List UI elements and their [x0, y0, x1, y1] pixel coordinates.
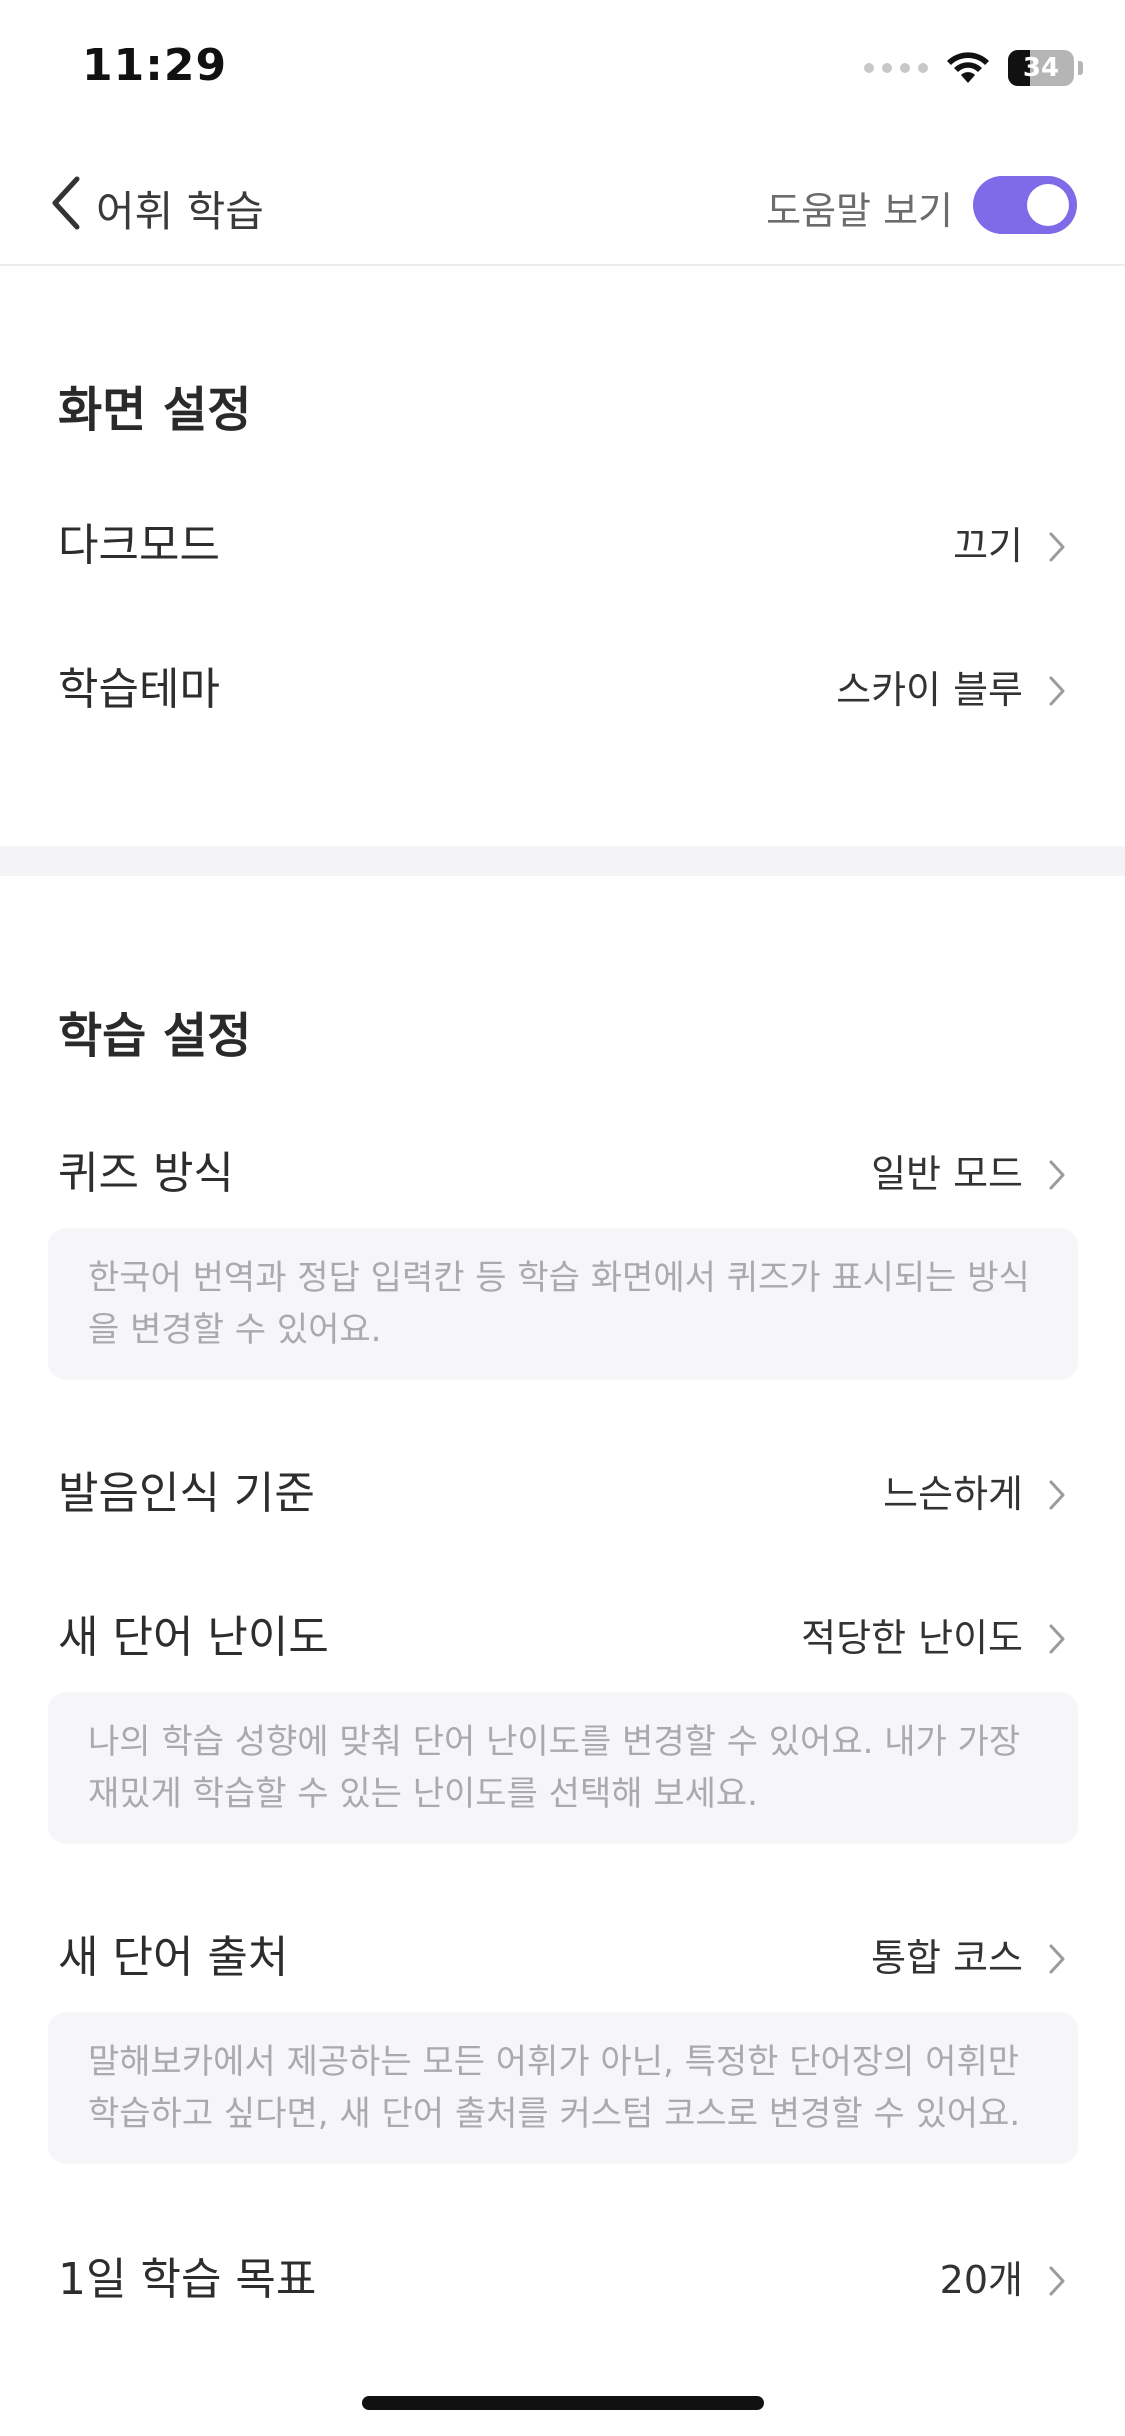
row-value: 느슨하게 — [883, 1472, 1023, 1516]
row-value: 20개 — [939, 2258, 1023, 2302]
chevron-right-icon — [1049, 532, 1065, 562]
chevron-right-icon — [1049, 2266, 1065, 2296]
difficulty-description: 나의 학습 성향에 맞춰 단어 난이도를 변경할 수 있어요. 내가 가장 재밌… — [48, 1692, 1078, 1844]
difficulty-row[interactable]: 새 단어 난이도 적당한 난이도 — [0, 1588, 1125, 1688]
source-row[interactable]: 새 단어 출처 통합 코스 — [0, 1908, 1125, 2008]
page-title: 어휘 학습 — [96, 187, 264, 236]
section-divider — [0, 846, 1125, 876]
row-label: 새 단어 출처 — [58, 1932, 289, 1983]
study-settings-title: 학습 설정 — [58, 1008, 252, 1064]
status-indicators: 34 — [864, 48, 1083, 88]
battery-tip — [1078, 61, 1083, 75]
quiz-mode-row[interactable]: 퀴즈 방식 일반 모드 — [0, 1124, 1125, 1224]
status-bar: 11:29 34 — [0, 0, 1125, 140]
wifi-icon — [947, 52, 989, 83]
row-label: 발음인식 기준 — [58, 1468, 315, 1519]
cellular-signal-icon — [864, 63, 928, 73]
chevron-right-icon — [1049, 1624, 1065, 1654]
row-label: 새 단어 난이도 — [58, 1612, 329, 1663]
quiz-mode-description: 한국어 번역과 정답 입력칸 등 학습 화면에서 퀴즈가 표시되는 방식을 변경… — [48, 1228, 1078, 1380]
row-value: 통합 코스 — [871, 1936, 1023, 1980]
chevron-right-icon — [1049, 676, 1065, 706]
row-label: 학습테마 — [58, 664, 220, 715]
dark-mode-row[interactable]: 다크모드 끄기 — [0, 496, 1125, 596]
status-time: 11:29 — [82, 40, 228, 91]
chevron-right-icon — [1049, 1944, 1065, 1974]
chevron-right-icon — [1049, 1160, 1065, 1190]
row-value: 끄기 — [953, 524, 1023, 568]
home-indicator — [362, 2396, 764, 2410]
display-settings-title: 화면 설정 — [58, 382, 252, 438]
theme-row[interactable]: 학습테마 스카이 블루 — [0, 640, 1125, 740]
navigation-bar: 어휘 학습 도움말 보기 — [0, 140, 1125, 266]
row-label: 퀴즈 방식 — [58, 1148, 234, 1199]
back-button[interactable] — [36, 170, 96, 236]
row-value: 적당한 난이도 — [801, 1616, 1023, 1660]
daily-goal-row[interactable]: 1일 학습 목표 20개 — [0, 2230, 1125, 2330]
chevron-left-icon — [52, 176, 80, 230]
battery-level: 34 — [1022, 53, 1060, 83]
row-label: 다크모드 — [58, 520, 220, 571]
row-value: 일반 모드 — [871, 1152, 1023, 1196]
chevron-right-icon — [1049, 1480, 1065, 1510]
battery-icon: 34 — [1008, 50, 1074, 86]
toggle-knob — [1027, 184, 1069, 226]
help-toggle-label: 도움말 보기 — [766, 189, 953, 233]
row-value: 스카이 블루 — [836, 668, 1023, 712]
source-description: 말해보카에서 제공하는 모든 어휘가 아닌, 특정한 단어장의 어휘만 학습하고… — [48, 2012, 1078, 2164]
pronunciation-row[interactable]: 발음인식 기준 느슨하게 — [0, 1444, 1125, 1544]
row-label: 1일 학습 목표 — [58, 2254, 317, 2305]
help-toggle[interactable] — [973, 176, 1077, 234]
